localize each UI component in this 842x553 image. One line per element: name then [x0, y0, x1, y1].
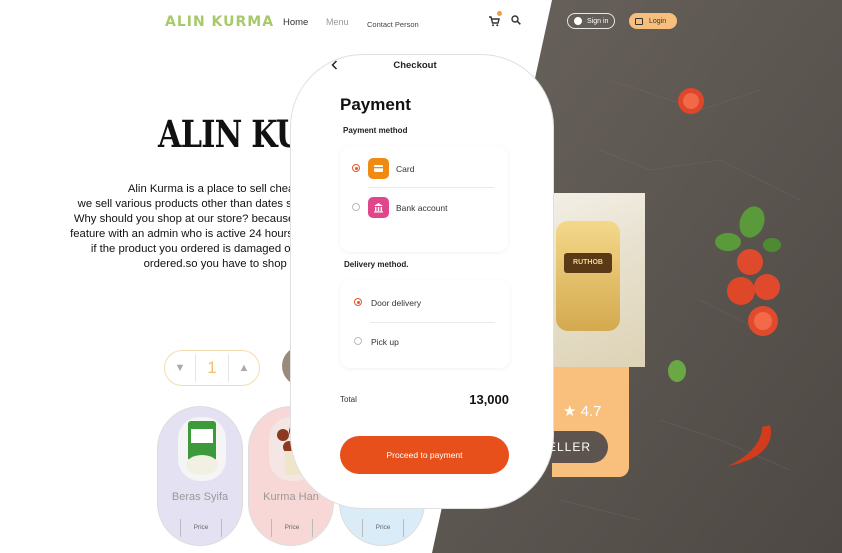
product-photo: RUTHOB [552, 193, 645, 367]
decrement-icon[interactable]: ▼ [165, 362, 195, 374]
hero-description: Alin Kurma is a place to sell cheap a we… [70, 182, 310, 272]
rating: ★ 4.7 [563, 402, 601, 420]
product-card[interactable]: Beras Syifa Price [157, 406, 243, 546]
bank-option-label[interactable]: Bank account [396, 203, 448, 213]
hero-line: if the product you ordered is damaged or… [90, 243, 310, 255]
bank-radio[interactable] [352, 203, 360, 211]
bank-icon [368, 197, 389, 218]
pick-up-radio[interactable] [354, 337, 362, 345]
hero-line: Why should you shop at our store? becaus… [73, 213, 310, 225]
rating-value: 4.7 [580, 403, 602, 420]
payment-title: Payment [340, 95, 411, 114]
payment-options-box [340, 146, 508, 252]
total-label: Total [340, 395, 357, 404]
cart-badge [497, 11, 502, 16]
nav-home[interactable]: Home [283, 17, 308, 28]
hero-line: ordered.so you have to shop with [143, 258, 310, 270]
option-divider [368, 187, 494, 188]
sign-in-button[interactable]: Sign in [567, 13, 615, 29]
nav-menu[interactable]: Menu [326, 17, 349, 27]
payment-method-label: Payment method [343, 126, 408, 135]
search-icon[interactable] [511, 15, 521, 25]
quantity-value: 1 [207, 358, 217, 377]
quantity-stepper: ▼ 1 ▲ [164, 350, 260, 386]
sign-in-label: Sign in [587, 17, 609, 25]
product-name: Beras Syifa [171, 491, 229, 503]
rice-package-image [178, 417, 226, 481]
login-label: Login [649, 17, 667, 25]
checkout-title: Checkout [393, 60, 437, 71]
hero-line: we sell various products other than date… [77, 198, 310, 210]
delivery-options-box [340, 280, 510, 368]
dates-bag-image [556, 221, 620, 331]
product-price: Price [362, 519, 404, 537]
user-icon [574, 17, 582, 25]
door-delivery-label[interactable]: Door delivery [371, 298, 421, 308]
product-price: Price [271, 519, 313, 537]
back-icon[interactable] [330, 59, 340, 71]
product-price: Price [180, 519, 222, 537]
increment-icon[interactable]: ▲ [229, 362, 259, 374]
brand-logo[interactable]: ALIN KURMA [165, 14, 274, 30]
door-delivery-radio[interactable] [354, 298, 362, 306]
card-radio[interactable] [352, 164, 360, 172]
star-icon: ★ [563, 403, 577, 420]
proceed-to-payment-button[interactable]: Proceed to payment [340, 436, 509, 474]
nav-contact-person[interactable]: Contact Person [367, 20, 419, 29]
card-icon [368, 158, 389, 179]
card-option-label[interactable]: Card [396, 164, 414, 174]
cart-icon[interactable] [488, 15, 500, 27]
total-value: 13,000 [469, 392, 509, 407]
delivery-method-label: Delivery method. [344, 260, 409, 269]
login-icon [635, 17, 643, 25]
pick-up-label[interactable]: Pick up [371, 337, 399, 347]
option-divider [370, 322, 495, 323]
hero-line: feature with an admin who is active 24 h… [70, 228, 310, 240]
bag-label: RUTHOB [564, 253, 612, 273]
login-button[interactable]: Login [629, 13, 677, 29]
hero-line: Alin Kurma is a place to sell cheap a [127, 183, 310, 195]
